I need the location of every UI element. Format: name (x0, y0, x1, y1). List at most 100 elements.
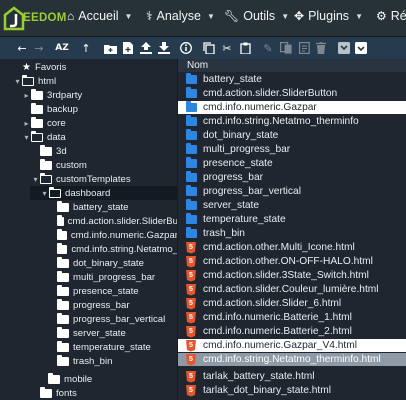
tree-item-server-state[interactable]: server_state (0, 326, 177, 340)
file-name: multi_progress_bar (203, 144, 291, 155)
file-name: dot_binary_state (203, 130, 279, 141)
html5-file-icon: 5 (186, 241, 196, 254)
folder-icon (57, 270, 69, 282)
html5-file-icon: 5 (186, 269, 196, 282)
file-list-item[interactable]: temperature_state (178, 213, 406, 226)
file-list-item[interactable]: trash_bin (178, 227, 406, 240)
file-list-item[interactable]: 5 cmd.action.other.Multi_Icone.html (178, 241, 406, 254)
tree-item-trash-bin[interactable]: trash_bin (0, 354, 177, 368)
view-grid-button[interactable] (353, 40, 369, 56)
file-list-item[interactable]: dot_binary_state (178, 129, 406, 142)
html5-file-icon: 5 (186, 311, 196, 324)
tree-item-customtemplates[interactable]: ▾ customTemplates (0, 172, 177, 186)
tree-item-progress-bar-vertical[interactable]: progress_bar_vertical (0, 312, 177, 326)
file-name: temperature_state (203, 214, 286, 225)
tree-item-battery-state[interactable]: battery_state (0, 200, 177, 214)
rename-button[interactable] (296, 40, 312, 56)
file-list-item[interactable]: 5 cmd.action.other.ON-OFF-HALO.html (178, 255, 406, 268)
sort-button[interactable]: AZ (54, 40, 70, 56)
tree-item-dashboard[interactable]: ▾ dashboard (30, 186, 177, 200)
forward-button[interactable]: → (31, 40, 47, 56)
file-list-item[interactable]: progress_bar_vertical (178, 185, 406, 198)
tree-item-progress-bar[interactable]: progress_bar (0, 298, 177, 312)
view-list-button[interactable] (336, 40, 352, 56)
back-button[interactable]: ← (14, 40, 30, 56)
tree-item-label: cmd.info.numeric.Gazpar (70, 229, 178, 241)
file-name: cmd.info.numeric.Gazpar (203, 102, 317, 113)
download-button[interactable] (156, 40, 172, 56)
file-list-item[interactable]: server_state (178, 199, 406, 212)
folder-icon (31, 102, 43, 114)
folder-icon (57, 340, 69, 352)
tree-item-netatmo[interactable]: cmd.info.string.Netatmo_ (0, 242, 177, 256)
nav-accueil[interactable]: ⌂ Accueil ▼ (67, 9, 132, 23)
tree-item-multi-progress-bar[interactable]: multi_progress_bar (0, 270, 177, 284)
expand-toggle-icon[interactable]: ▸ (22, 91, 31, 100)
duplicate-button[interactable] (278, 40, 294, 56)
tree-item-dot-binary-state[interactable]: dot_binary_state (0, 256, 177, 270)
file-list-item[interactable]: multi_progress_bar (178, 143, 406, 156)
file-list-item[interactable]: 5 tarlak_battery_state.html (178, 370, 406, 383)
parent-folder-button[interactable]: ↑ (78, 40, 94, 56)
new-folder-button[interactable] (102, 40, 118, 56)
tree-item-backup[interactable]: backup (0, 102, 177, 116)
file-name: cmd.action.slider.Slider_6.html (203, 298, 342, 309)
expand-toggle-icon[interactable]: ▾ (31, 175, 40, 184)
expand-toggle-icon[interactable]: ▸ (22, 119, 31, 128)
tree-item-label: html (38, 75, 57, 87)
logo-text: EEDOM (23, 12, 67, 24)
nav-plugins[interactable]: ✥ Plugins ▼ (294, 9, 363, 23)
expand-toggle-icon[interactable]: ▾ (40, 189, 49, 198)
caret-down-icon: ▼ (281, 11, 290, 21)
tree-item-slider-button[interactable]: cmd.action.slider.SliderBu (0, 214, 177, 228)
nav-reglages[interactable]: ⚙ Régl (376, 9, 406, 23)
tree-item-html[interactable]: ▾ html (0, 74, 177, 88)
folder-open-icon (31, 130, 43, 142)
copy-button[interactable] (201, 40, 217, 56)
upload-button[interactable] (138, 40, 154, 56)
file-list-item[interactable]: battery_state (178, 73, 406, 86)
cut-button[interactable]: ✂ (219, 40, 235, 56)
nav-label: Régl (390, 9, 406, 23)
paste-button[interactable] (237, 40, 253, 56)
new-file-button[interactable] (120, 40, 136, 56)
tree-item-favoris[interactable]: ★ Favoris (0, 60, 177, 74)
tree-item-core[interactable]: ▸ core (0, 116, 177, 130)
file-name: server_state (203, 200, 260, 211)
html5-file-icon: 5 (186, 283, 196, 296)
file-list-item[interactable]: cmd.info.numeric.Gazpar (178, 101, 406, 114)
tree-item-fonts[interactable]: fonts (0, 386, 177, 400)
file-list-item[interactable]: 5 cmd.info.string.Netatmo_therminfo.html (178, 353, 406, 366)
tree-item-temperature-state[interactable]: temperature_state (0, 340, 177, 354)
tree-item-3rdparty[interactable]: ▸ 3rdparty (0, 88, 177, 102)
file-list-item[interactable]: 5 cmd.action.slider.3State_Switch.html (178, 269, 406, 282)
file-list-item[interactable]: 5 cmd.action.slider.Couleur_lumière.html (178, 283, 406, 296)
file-list-item[interactable]: 5 cmd.info.numeric.Batterie_2.html (178, 325, 406, 338)
delete-button[interactable] (313, 40, 329, 56)
nav-analyse[interactable]: ⚕ Analyse ▼ (146, 9, 215, 23)
column-header-name[interactable]: Nom (178, 59, 406, 72)
file-list-item[interactable]: presence_state (178, 157, 406, 170)
tree-item-3d[interactable]: 3d (0, 144, 177, 158)
tree-item-gazpar[interactable]: cmd.info.numeric.Gazpar (0, 228, 178, 242)
expand-toggle-icon[interactable]: ▾ (22, 133, 31, 142)
file-list-item[interactable]: 5 cmd.info.numeric.Batterie_1.html (178, 311, 406, 324)
file-list-item[interactable]: progress_bar (178, 171, 406, 184)
info-button[interactable] (178, 40, 194, 56)
tree-item-presence-state[interactable]: presence_state (0, 284, 177, 298)
file-list-item[interactable]: cmd.info.string.Netatmo_therminfo (178, 115, 406, 128)
file-list-item[interactable]: 5 cmd.action.slider.Slider_6.html (178, 297, 406, 310)
file-list-item[interactable]: 5 tarlak_dot_binary_state.html (178, 384, 406, 397)
home-icon: ⌂ (67, 9, 75, 23)
nav-outils[interactable]: 🔧︎ Outils ▼ (224, 9, 289, 23)
tree-item-data[interactable]: ▾ data (0, 130, 177, 144)
duplicate-icon (280, 42, 292, 54)
file-name: cmd.action.slider.3State_Switch.html (203, 270, 369, 281)
edit-button[interactable]: ✎ (260, 40, 276, 56)
tree-item-custom[interactable]: custom (0, 158, 177, 172)
logo[interactable]: EEDOM (3, 3, 66, 35)
tree-item-mobile[interactable]: mobile (0, 372, 177, 386)
expand-toggle-icon[interactable]: ▾ (13, 77, 22, 86)
file-list-item[interactable]: cmd.action.slider.SliderButton (178, 87, 406, 100)
file-list-item[interactable]: 5 cmd.info.numeric.Gazpar_V4.html (178, 339, 406, 352)
